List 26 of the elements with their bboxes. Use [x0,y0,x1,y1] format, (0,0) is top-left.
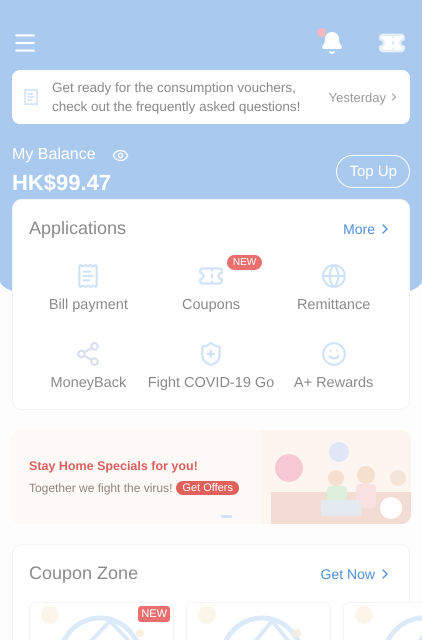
get-now-link[interactable]: Get Now [320,566,393,582]
app-shortcut[interactable]: NEW Coupons [148,255,274,313]
receipt-icon [22,88,40,106]
section-title: Applications [29,218,126,239]
balance-amount: HK$99.47 [12,170,112,196]
get-offers-button[interactable]: Get Offers [176,481,239,495]
app-shortcut[interactable]: MoneyBack [29,333,148,391]
notice-card[interactable]: Get ready for the consumption vouchers, check out the frequently asked questions! Yesterday [12,70,410,124]
more-link[interactable]: More [343,220,393,236]
app-shortcut[interactable]: Bill payment [29,255,148,313]
smiley-icon [320,341,347,367]
notice-text: Get ready for the consumption vouchers, check out the frequently asked questions! [52,79,302,116]
banner-title: Stay Home Specials for you! [29,459,199,473]
section-title: Coupon Zone [29,563,138,584]
balance-label: My Balance [12,146,96,164]
globe-icon [320,263,347,289]
banner-subtitle: Together we fight the virus! [29,481,172,495]
app-shortcut[interactable]: Fight COVID-19 Go [148,333,274,391]
app-shortcut[interactable]: A+ Rewards [274,333,393,391]
bell-icon[interactable] [320,31,344,55]
promo-banner[interactable]: Stay Home Specials for you! Together we fight the virus! Get Offers [11,430,411,524]
new-badge: NEW [138,606,170,622]
new-badge: NEW [226,255,262,270]
share-icon [75,341,102,367]
app-shortcut[interactable]: Remittance [274,255,393,313]
notice-time: Yesterday [328,90,400,104]
